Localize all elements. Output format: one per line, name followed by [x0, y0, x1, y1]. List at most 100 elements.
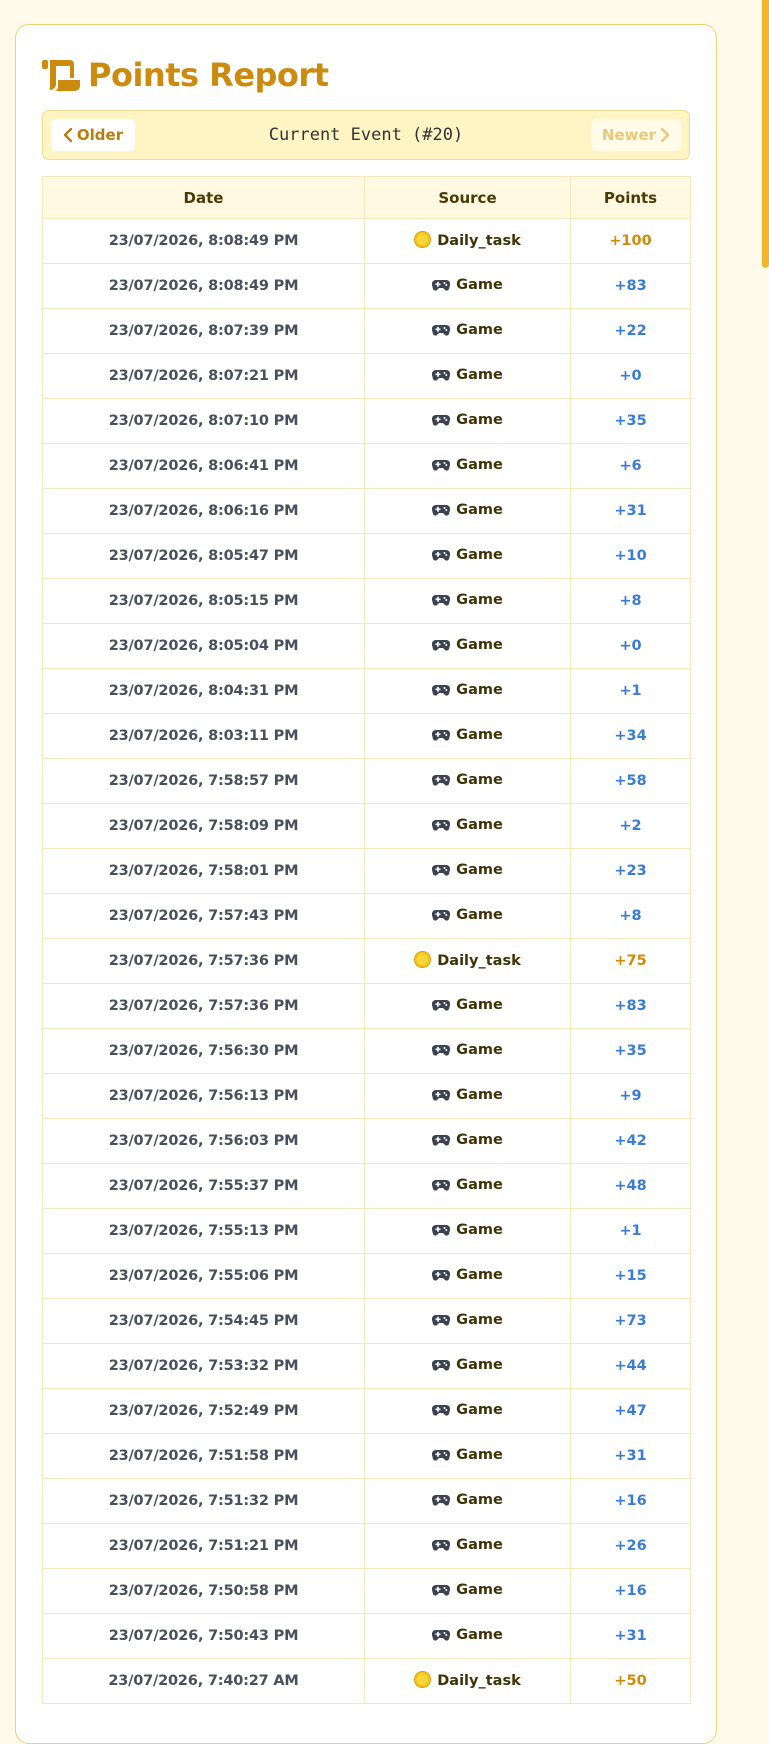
older-label: Older [76, 126, 124, 144]
date-cell: 23/07/2026, 7:58:09 PM [42, 803, 365, 849]
table-row: 23/07/2026, 7:54:45 PM Game +73 [42, 1298, 691, 1344]
newer-button[interactable]: Newer [591, 119, 681, 151]
points-cell: +16 [570, 1478, 691, 1524]
table-row: 23/07/2026, 8:07:21 PM Game +0 [42, 353, 691, 399]
scroll-icon [42, 58, 82, 92]
table-row: 23/07/2026, 7:51:58 PM Game +31 [42, 1433, 691, 1479]
older-button[interactable]: Older [51, 119, 135, 151]
gamepad-icon [432, 638, 451, 656]
date-cell: 23/07/2026, 8:04:31 PM [42, 668, 365, 714]
date-cell: 23/07/2026, 7:57:36 PM [42, 983, 365, 1029]
source-label: Game [456, 816, 503, 833]
date-cell: 23/07/2026, 7:56:03 PM [42, 1118, 365, 1164]
source-label: Game [456, 996, 503, 1013]
points-cell: +34 [570, 713, 691, 759]
source-label: Game [456, 861, 503, 878]
source-cell: Game [364, 1163, 571, 1209]
points-report-card: Points Report Current Event (#20) Older … [15, 24, 717, 1744]
date-cell: 23/07/2026, 7:58:01 PM [42, 848, 365, 894]
gamepad-icon [432, 1358, 451, 1376]
source-column-header[interactable]: Source [364, 176, 571, 219]
table-row: 23/07/2026, 7:40:27 AM Daily_task +50 [42, 1658, 691, 1704]
gamepad-icon [432, 548, 451, 566]
source-cell: Game [364, 353, 571, 399]
points-cell: +83 [570, 983, 691, 1029]
table-row: 23/07/2026, 7:57:43 PM Game +8 [42, 893, 691, 939]
table-row: 23/07/2026, 8:04:31 PM Game +1 [42, 668, 691, 714]
source-label: Game [456, 411, 503, 428]
table-row: 23/07/2026, 7:50:43 PM Game +31 [42, 1613, 691, 1659]
table-row: 23/07/2026, 8:06:41 PM Game +6 [42, 443, 691, 489]
source-cell: Game [364, 1388, 571, 1434]
source-cell: Game [364, 1208, 571, 1254]
date-cell: 23/07/2026, 8:03:11 PM [42, 713, 365, 759]
date-cell: 23/07/2026, 7:55:06 PM [42, 1253, 365, 1299]
date-cell: 23/07/2026, 7:50:43 PM [42, 1613, 365, 1659]
table-row: 23/07/2026, 7:50:58 PM Game +16 [42, 1568, 691, 1614]
coin-icon [414, 950, 432, 972]
gamepad-icon [432, 773, 451, 791]
date-cell: 23/07/2026, 7:50:58 PM [42, 1568, 365, 1614]
gamepad-icon [432, 1538, 451, 1556]
source-label: Daily_task [437, 1672, 521, 1689]
points-cell: +26 [570, 1523, 691, 1569]
coin-icon [414, 1670, 432, 1692]
source-label: Game [456, 681, 503, 698]
source-label: Game [456, 1581, 503, 1598]
source-cell: Game [364, 308, 571, 354]
gamepad-icon [432, 1403, 451, 1421]
source-label: Game [456, 1131, 503, 1148]
points-cell: +8 [570, 893, 691, 939]
date-cell: 23/07/2026, 8:06:41 PM [42, 443, 365, 489]
source-label: Daily_task [437, 952, 521, 969]
date-cell: 23/07/2026, 8:08:49 PM [42, 263, 365, 309]
source-label: Game [456, 501, 503, 518]
gamepad-icon [432, 683, 451, 701]
date-cell: 23/07/2026, 7:53:32 PM [42, 1343, 365, 1389]
points-cell: +44 [570, 1343, 691, 1389]
gamepad-icon [432, 908, 451, 926]
table-row: 23/07/2026, 7:56:13 PM Game +9 [42, 1073, 691, 1119]
points-table-container: Date Source Points 23/07/2026, 8:08:49 P… [42, 176, 691, 1704]
date-cell: 23/07/2026, 8:05:47 PM [42, 533, 365, 579]
gamepad-icon [432, 863, 451, 881]
gamepad-icon [432, 1223, 451, 1241]
date-cell: 23/07/2026, 7:51:58 PM [42, 1433, 365, 1479]
points-cell: +31 [570, 488, 691, 534]
date-column-header[interactable]: Date [42, 176, 365, 219]
points-cell: +75 [570, 938, 691, 984]
table-row: 23/07/2026, 8:06:16 PM Game +31 [42, 488, 691, 534]
source-cell: Game [364, 1253, 571, 1299]
source-label: Game [456, 1221, 503, 1238]
source-cell: Daily_task [364, 1658, 571, 1704]
table-row: 23/07/2026, 8:08:49 PM Game +83 [42, 263, 691, 309]
points-cell: +58 [570, 758, 691, 804]
points-column-header[interactable]: Points [570, 176, 691, 219]
scrollbar-thumb[interactable] [762, 0, 769, 268]
source-cell: Daily_task [364, 218, 571, 264]
source-label: Game [456, 1401, 503, 1418]
points-cell: +6 [570, 443, 691, 489]
date-cell: 23/07/2026, 7:51:21 PM [42, 1523, 365, 1569]
source-cell: Game [364, 983, 571, 1029]
source-label: Game [456, 771, 503, 788]
date-cell: 23/07/2026, 7:56:13 PM [42, 1073, 365, 1119]
source-label: Game [456, 1626, 503, 1643]
date-cell: 23/07/2026, 7:58:57 PM [42, 758, 365, 804]
source-cell: Game [364, 893, 571, 939]
source-cell: Game [364, 1523, 571, 1569]
date-cell: 23/07/2026, 7:54:45 PM [42, 1298, 365, 1344]
source-label: Game [456, 1356, 503, 1373]
source-label: Game [456, 591, 503, 608]
table-row: 23/07/2026, 7:58:57 PM Game +58 [42, 758, 691, 804]
source-cell: Game [364, 758, 571, 804]
points-cell: +50 [570, 1658, 691, 1704]
table-row: 23/07/2026, 7:57:36 PM Daily_task +75 [42, 938, 691, 984]
date-cell: 23/07/2026, 8:07:10 PM [42, 398, 365, 444]
table-row: 23/07/2026, 8:03:11 PM Game +34 [42, 713, 691, 759]
gamepad-icon [432, 1313, 451, 1331]
source-label: Game [456, 1446, 503, 1463]
points-cell: +31 [570, 1613, 691, 1659]
coin-icon [414, 230, 432, 252]
gamepad-icon [432, 1088, 451, 1106]
